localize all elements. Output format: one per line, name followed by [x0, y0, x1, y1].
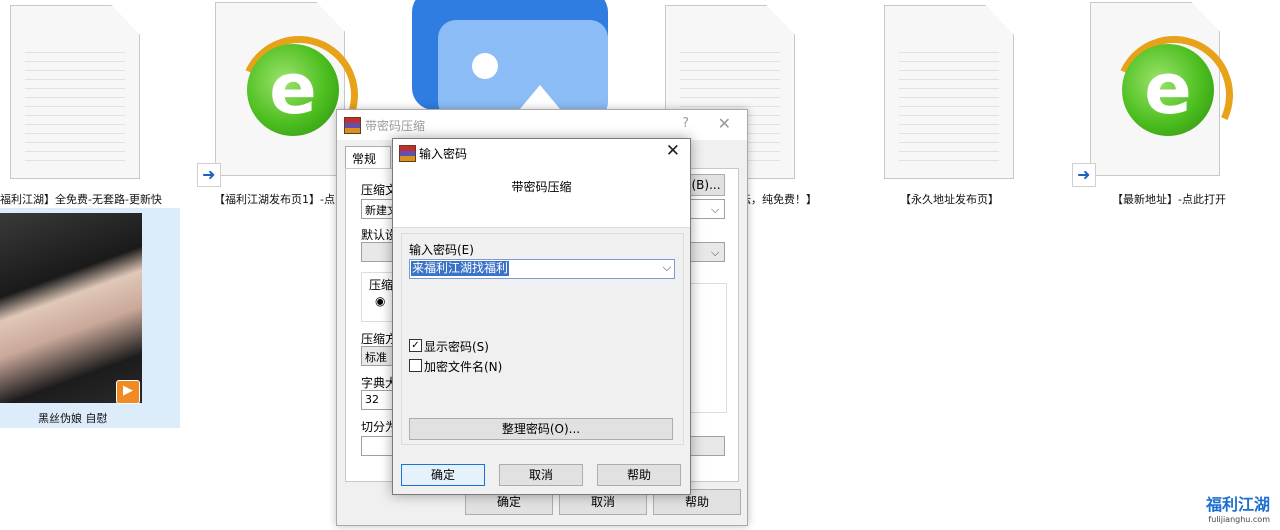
organize-passwords-button[interactable]: 整理密码(O)...: [409, 418, 673, 440]
browse-button[interactable]: (B)...: [687, 174, 725, 196]
help-icon[interactable]: ?: [682, 116, 689, 131]
format-label: 压缩: [369, 278, 394, 292]
tab-general[interactable]: 常规: [345, 146, 391, 169]
update-field[interactable]: [689, 436, 725, 456]
method-select[interactable]: 标准: [361, 346, 393, 366]
desktop-item-label[interactable]: 黑丝伪娘 自慰: [38, 410, 108, 426]
winrar-icon: [344, 117, 361, 134]
help-button[interactable]: 帮助: [597, 464, 681, 486]
dict-select[interactable]: 32: [361, 390, 393, 410]
shortcut-arrow-icon: ➜: [1072, 163, 1096, 187]
password-dialog-heading: 带密码压缩: [511, 180, 572, 194]
options-group: [689, 283, 727, 413]
encrypt-filenames-checkbox[interactable]: [409, 359, 422, 372]
document-icon[interactable]: [884, 5, 1014, 179]
password-label: 输入密码(E): [409, 243, 474, 257]
chevron-down-icon[interactable]: ⌵: [711, 246, 719, 260]
desktop-item-label[interactable]: 【福利江湖发布页1】-点: [214, 191, 335, 207]
archive-dialog-title: 带密码压缩: [365, 119, 426, 133]
password-value: 来福利江湖找福利: [411, 261, 510, 276]
desktop-item-label[interactable]: 【最新地址】-点此打开: [1112, 191, 1226, 207]
radio-rar[interactable]: ◉: [375, 294, 385, 308]
sun-icon: [472, 53, 498, 79]
show-password-checkbox[interactable]: ✓: [409, 339, 422, 352]
archive-dialog-titlebar[interactable]: 带密码压缩 ? ✕: [337, 110, 747, 140]
show-password-label[interactable]: 显示密码(S): [424, 338, 489, 355]
chevron-down-icon[interactable]: ⌵: [711, 203, 719, 217]
password-dialog-header: 带密码压缩: [393, 165, 690, 228]
document-icon[interactable]: [10, 5, 140, 179]
mountain-icon: [520, 85, 560, 109]
split-field[interactable]: [361, 436, 393, 456]
close-icon[interactable]: ✕: [666, 141, 680, 161]
password-input[interactable]: 来福利江湖找福利 ⌵: [409, 259, 675, 279]
password-dialog: 输入密码 ✕ 带密码压缩 输入密码(E) 来福利江湖找福利 ⌵ ✓ 显示密码(S…: [392, 138, 691, 495]
password-dialog-title: 输入密码: [419, 147, 468, 161]
desktop-item-label[interactable]: 坛，纯免费！】: [740, 191, 817, 207]
desktop-item-label[interactable]: 福利江湖】全免费-无套路-更新快: [0, 191, 162, 207]
watermark-url: fulijianghu.com: [1208, 515, 1270, 524]
winrar-icon: [399, 145, 416, 162]
close-icon[interactable]: ✕: [718, 114, 731, 133]
shortcut-arrow-icon: ➜: [197, 163, 221, 187]
cancel-button[interactable]: 取消: [499, 464, 583, 486]
encrypt-filenames-label[interactable]: 加密文件名(N): [424, 358, 502, 375]
password-dialog-titlebar[interactable]: 输入密码 ✕: [393, 139, 690, 165]
ie-browser-icon[interactable]: e: [247, 44, 339, 136]
site-watermark: 福利江湖 fulijianghu.com: [1206, 491, 1270, 524]
video-thumbnail: [0, 213, 142, 403]
ie-browser-icon[interactable]: e: [1122, 44, 1214, 136]
chevron-down-icon[interactable]: ⌵: [663, 261, 671, 275]
desktop-item-label[interactable]: 【永久地址发布页】: [900, 191, 999, 207]
watermark-title: 福利江湖: [1205, 495, 1270, 514]
ok-button[interactable]: 确定: [401, 464, 485, 486]
play-icon: ▶: [116, 380, 140, 404]
